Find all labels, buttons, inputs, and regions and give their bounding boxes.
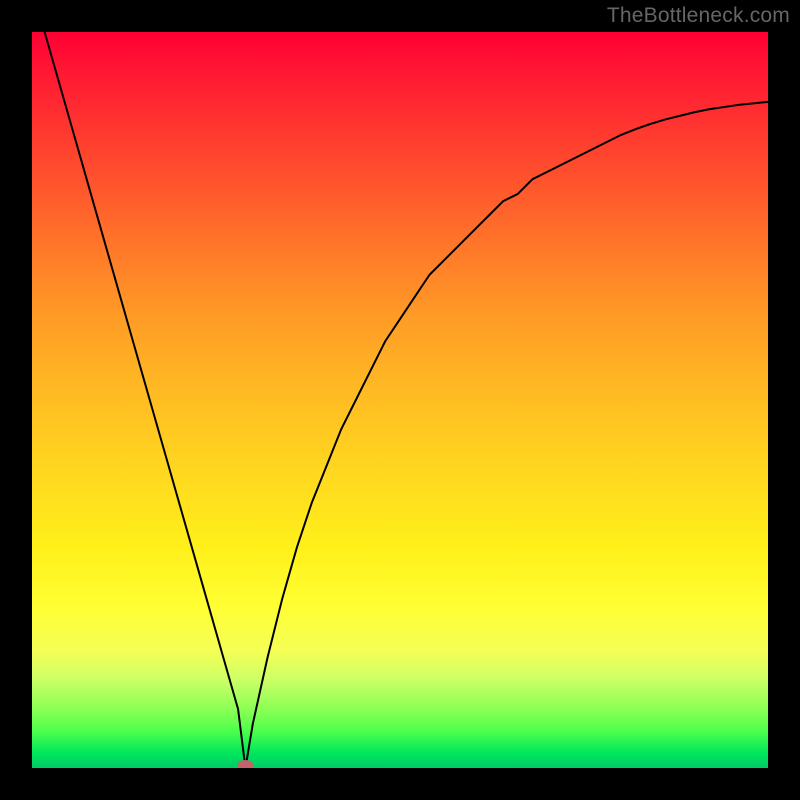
bottleneck-curve [32,32,768,768]
plot-area [32,32,768,768]
chart-frame: TheBottleneck.com [0,0,800,800]
min-point-marker [237,760,253,768]
watermark-text: TheBottleneck.com [607,4,790,28]
chart-svg [32,32,768,768]
